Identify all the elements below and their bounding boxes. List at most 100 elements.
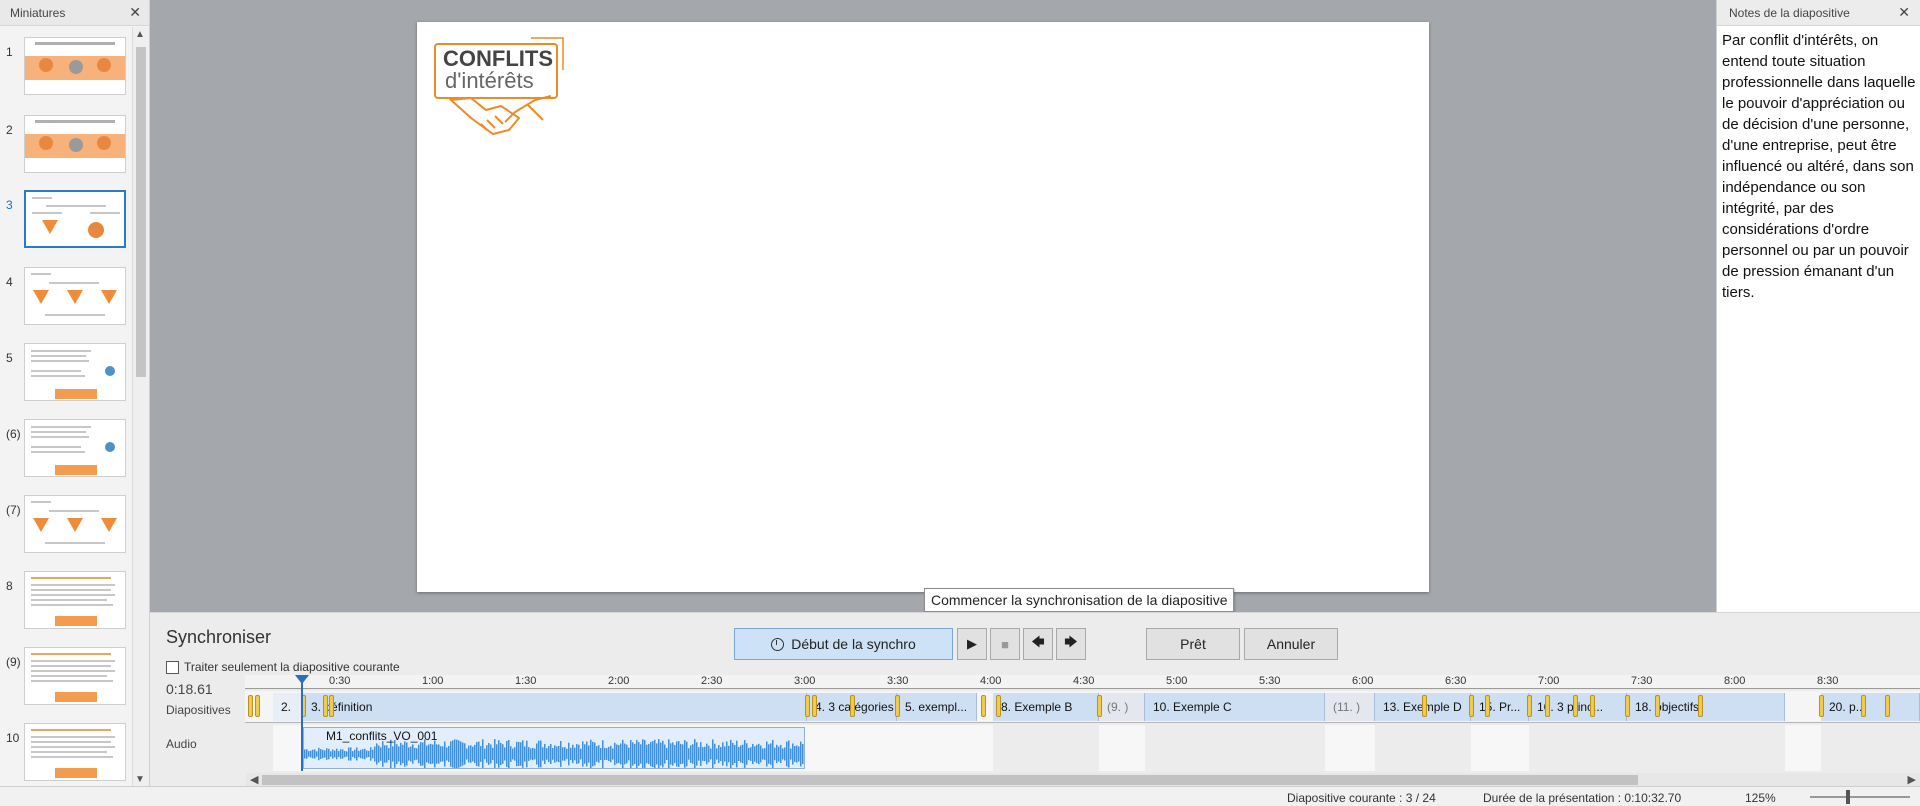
thumbnail-image[interactable] (24, 723, 126, 781)
slide-segment[interactable]: 18. objectifs (1627, 693, 1785, 721)
thumbnail-image[interactable] (24, 115, 126, 173)
thumbnail-image[interactable] (24, 190, 126, 248)
slide-marker[interactable] (850, 695, 855, 717)
stop-button[interactable]: ■ (990, 628, 1020, 660)
slide-marker[interactable] (1885, 695, 1890, 717)
status-current-slide: Diapositive courante : 3 / 24 (1287, 791, 1436, 805)
scroll-up-icon[interactable]: ▲ (135, 29, 145, 40)
slide-marker[interactable] (1469, 695, 1474, 717)
slide-marker[interactable] (1625, 695, 1630, 717)
thumbnail-list[interactable]: 1 2 3 4 5 (6) (7) 8 (9) 10 (0, 27, 132, 787)
ready-button[interactable]: Prêt (1146, 628, 1240, 660)
slide-marker[interactable] (1698, 695, 1703, 717)
audio-clip[interactable]: M1_conflits_VO_001 (303, 727, 805, 769)
slide-segment[interactable]: (9. ) (1099, 693, 1145, 721)
scrollbar-thumb[interactable] (136, 47, 146, 377)
next-button[interactable]: 🡆 (1056, 628, 1086, 660)
slide-canvas[interactable]: CONFLITS d'intérêts (417, 22, 1429, 592)
slide-marker[interactable] (1422, 695, 1427, 717)
thumbnail-item[interactable]: (6) (0, 419, 132, 481)
thumbnail-item[interactable]: (7) (0, 495, 132, 557)
notes-panel: Notes de la diapositive ✕ Par conflit d'… (1716, 0, 1920, 612)
current-slide-only-option[interactable]: Traiter seulement la diapositive courant… (166, 660, 400, 674)
cancel-button[interactable]: Annuler (1244, 628, 1338, 660)
slide-marker[interactable] (248, 695, 253, 717)
slide-marker[interactable] (895, 695, 900, 717)
slide-marker[interactable] (805, 695, 810, 717)
slide-marker[interactable] (323, 695, 328, 717)
close-icon[interactable]: ✕ (1898, 4, 1910, 21)
thumbnail-image[interactable] (24, 37, 126, 95)
slide-marker[interactable] (1861, 695, 1866, 717)
logo-subtitle: d'intérêts (445, 68, 534, 93)
scroll-right-icon[interactable]: ▶ (1908, 773, 1916, 786)
thumbnail-image[interactable] (24, 495, 126, 553)
thumbnail-item[interactable]: 1 (0, 37, 132, 99)
slide-segment[interactable]: 10. Exemple C (1145, 693, 1325, 721)
thumbnail-image[interactable] (24, 343, 126, 401)
timeline-scrollbar[interactable]: ◀ ▶ (246, 773, 1920, 787)
playhead-handle[interactable] (295, 675, 309, 684)
thumbnails-header: Miniatures ✕ (0, 0, 149, 26)
slide-segment[interactable]: 5. exempl... (897, 693, 977, 721)
slide-marker[interactable] (1527, 695, 1532, 717)
slide-marker[interactable] (1097, 695, 1102, 717)
tick-label: 8:00 (1724, 675, 1746, 687)
notes-title: Notes de la diapositive (1729, 5, 1850, 20)
tick-label: 3:00 (794, 675, 816, 687)
slide-segment[interactable]: 3. définition (303, 693, 807, 721)
thumbnail-image[interactable] (24, 267, 126, 325)
slide-marker[interactable] (1655, 695, 1660, 717)
playhead[interactable] (301, 675, 303, 771)
thumbnail-item[interactable]: (9) (0, 647, 132, 709)
zoom-slider[interactable] (1810, 796, 1910, 798)
thumbnail-image[interactable] (24, 571, 126, 629)
time-ruler[interactable]: 0:30 1:00 1:30 2:00 2:30 3:00 3:30 4:00 … (245, 675, 1920, 689)
slides-track[interactable]: 2. 3. définition 4. 3 catégories 5. exem… (245, 691, 1920, 723)
thumbnails-scrollbar[interactable]: ▲ ▼ (132, 27, 149, 787)
tick-label: 4:30 (1073, 675, 1095, 687)
thumbnail-item[interactable]: 4 (0, 267, 132, 329)
slide-marker[interactable] (1573, 695, 1578, 717)
thumbnail-item[interactable]: 5 (0, 343, 132, 405)
timeline[interactable]: 0:30 1:00 1:30 2:00 2:30 3:00 3:30 4:00 … (245, 675, 1920, 787)
slide-marker[interactable] (329, 695, 334, 717)
scrollbar-thumb[interactable] (262, 775, 1638, 785)
slide-marker[interactable] (1590, 695, 1595, 717)
thumbnail-item[interactable]: 10 (0, 723, 132, 785)
audio-track[interactable]: M1_conflits_VO_001 (245, 725, 1920, 771)
zoom-level[interactable]: 125% (1745, 791, 1776, 805)
scroll-left-icon[interactable]: ◀ (250, 773, 258, 786)
slide-marker[interactable] (981, 695, 986, 717)
previous-button[interactable]: 🡄 (1023, 628, 1053, 660)
slide-marker[interactable] (1545, 695, 1550, 717)
status-duration: Durée de la présentation : 0:10:32.70 (1483, 791, 1682, 805)
slide-segment[interactable]: 8. Exemple B (993, 693, 1099, 721)
notes-text[interactable]: Par conflit d'intérêts, on entend toute … (1717, 26, 1920, 303)
thumbnail-item[interactable]: 2 (0, 115, 132, 177)
slide-segment[interactable]: (11. ) (1325, 693, 1375, 721)
start-sync-button[interactable]: Début de la synchro (734, 628, 953, 660)
slide-marker[interactable] (1819, 695, 1824, 717)
slide-marker[interactable] (1485, 695, 1490, 717)
thumbnails-title: Miniatures (10, 5, 66, 20)
checkbox[interactable] (166, 660, 179, 674)
thumbnail-item[interactable]: 8 (0, 571, 132, 633)
slide-segment[interactable]: 16. 3 princ... (1529, 693, 1627, 721)
tick-label: 6:30 (1445, 675, 1467, 687)
thumbnail-image[interactable] (24, 647, 126, 705)
thumbnail-image[interactable] (24, 419, 126, 477)
slide-segment[interactable]: 15. Pr... (1471, 693, 1529, 721)
slide-marker[interactable] (996, 695, 1001, 717)
zoom-slider-knob[interactable] (1846, 790, 1850, 804)
status-bar: Diapositive courante : 3 / 24 Durée de l… (0, 786, 1920, 806)
slide-segment[interactable]: 2. (273, 693, 303, 721)
play-button[interactable]: ▶ (957, 628, 987, 660)
slide-marker[interactable] (255, 695, 260, 717)
slide-marker[interactable] (812, 695, 817, 717)
tick-label: 8:30 (1817, 675, 1839, 687)
scroll-down-icon[interactable]: ▼ (135, 774, 145, 785)
slide-segment[interactable]: 20. p... (1821, 693, 1920, 721)
close-icon[interactable]: ✕ (129, 4, 141, 21)
thumbnail-item-current[interactable]: 3 (0, 190, 132, 252)
